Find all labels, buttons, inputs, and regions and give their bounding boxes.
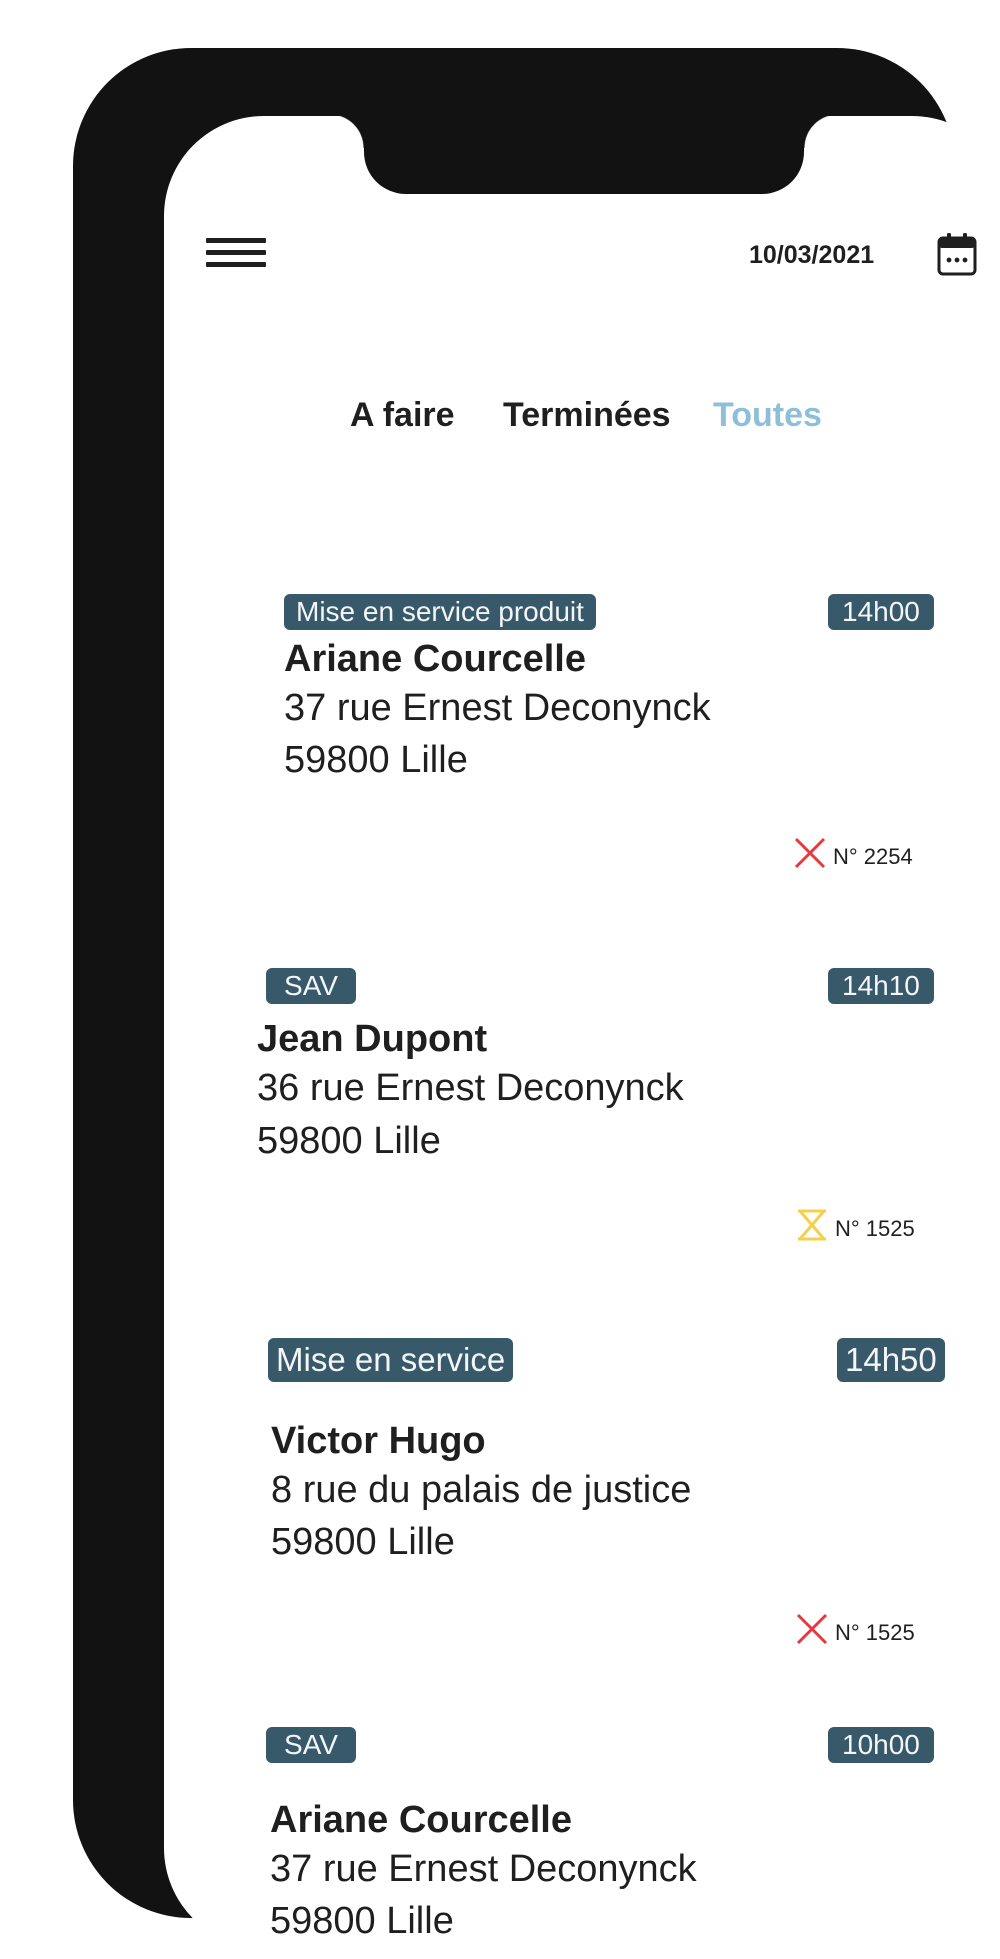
intervention-type-badge: Mise en service produit xyxy=(284,594,596,630)
app-screen: 10/03/2021 A faire Terminées Toutes Mise… xyxy=(164,116,1000,1948)
address-line-1: 37 rue Ernest Deconynck xyxy=(270,1848,697,1890)
intervention-status: N° 1525 xyxy=(795,1612,945,1648)
cross-icon xyxy=(796,1613,828,1645)
intervention-status: N° 2254 xyxy=(793,836,943,872)
calendar-icon[interactable] xyxy=(937,232,977,276)
intervention-time-badge: 14h50 xyxy=(837,1338,945,1382)
intervention-card[interactable]: Mise en service produit 14h00 Ariane Cou… xyxy=(164,594,1000,894)
cross-icon xyxy=(794,837,826,869)
intervention-time-badge: 14h10 xyxy=(828,968,934,1004)
intervention-type-badge: Mise en service xyxy=(268,1338,514,1382)
address-line-1: 37 rue Ernest Deconynck xyxy=(284,687,711,729)
current-date: 10/03/2021 xyxy=(749,241,875,269)
client-name: Victor Hugo xyxy=(271,1420,486,1462)
tab-toutes[interactable]: Toutes xyxy=(713,396,822,435)
client-name: Ariane Courcelle xyxy=(284,638,586,680)
intervention-status: N° 1525 xyxy=(795,1208,945,1244)
intervention-time-badge: 10h00 xyxy=(828,1727,934,1763)
address-line-1: 8 rue du palais de justice xyxy=(271,1469,692,1511)
client-name: Ariane Courcelle xyxy=(270,1799,572,1841)
intervention-number: N° 1525 xyxy=(835,1620,915,1645)
intervention-type-badge: SAV xyxy=(266,1727,356,1763)
intervention-number: N° 1525 xyxy=(835,1216,915,1241)
address-line-2: 59800 Lille xyxy=(257,1120,441,1162)
client-name: Jean Dupont xyxy=(257,1018,488,1060)
address-line-1: 36 rue Ernest Deconynck xyxy=(257,1067,684,1109)
tab-terminees[interactable]: Terminées xyxy=(503,396,671,435)
phone-frame: 10/03/2021 A faire Terminées Toutes Mise… xyxy=(73,48,1000,1948)
filter-tabs: A faire Terminées Toutes xyxy=(164,396,1000,446)
intervention-card[interactable]: Mise en service 14h50 Victor Hugo 8 rue … xyxy=(164,1338,1000,1645)
intervention-type-badge: SAV xyxy=(266,968,356,1004)
tab-a-faire[interactable]: A faire xyxy=(350,396,455,435)
intervention-card[interactable]: SAV 10h00 Ariane Courcelle 37 rue Ernest… xyxy=(164,1727,1000,1948)
intervention-time-badge: 14h00 xyxy=(828,594,934,630)
address-line-2: 59800 Lille xyxy=(284,739,468,781)
intervention-card[interactable]: SAV 14h10 Jean Dupont 36 rue Ernest Deco… xyxy=(164,968,1000,1268)
address-line-2: 59800 Lille xyxy=(271,1521,455,1563)
intervention-number: N° 2254 xyxy=(833,844,913,869)
phone-notch xyxy=(330,116,838,194)
hamburger-icon[interactable] xyxy=(206,234,266,272)
hourglass-icon xyxy=(798,1209,826,1241)
address-line-2: 59800 Lille xyxy=(270,1900,454,1942)
